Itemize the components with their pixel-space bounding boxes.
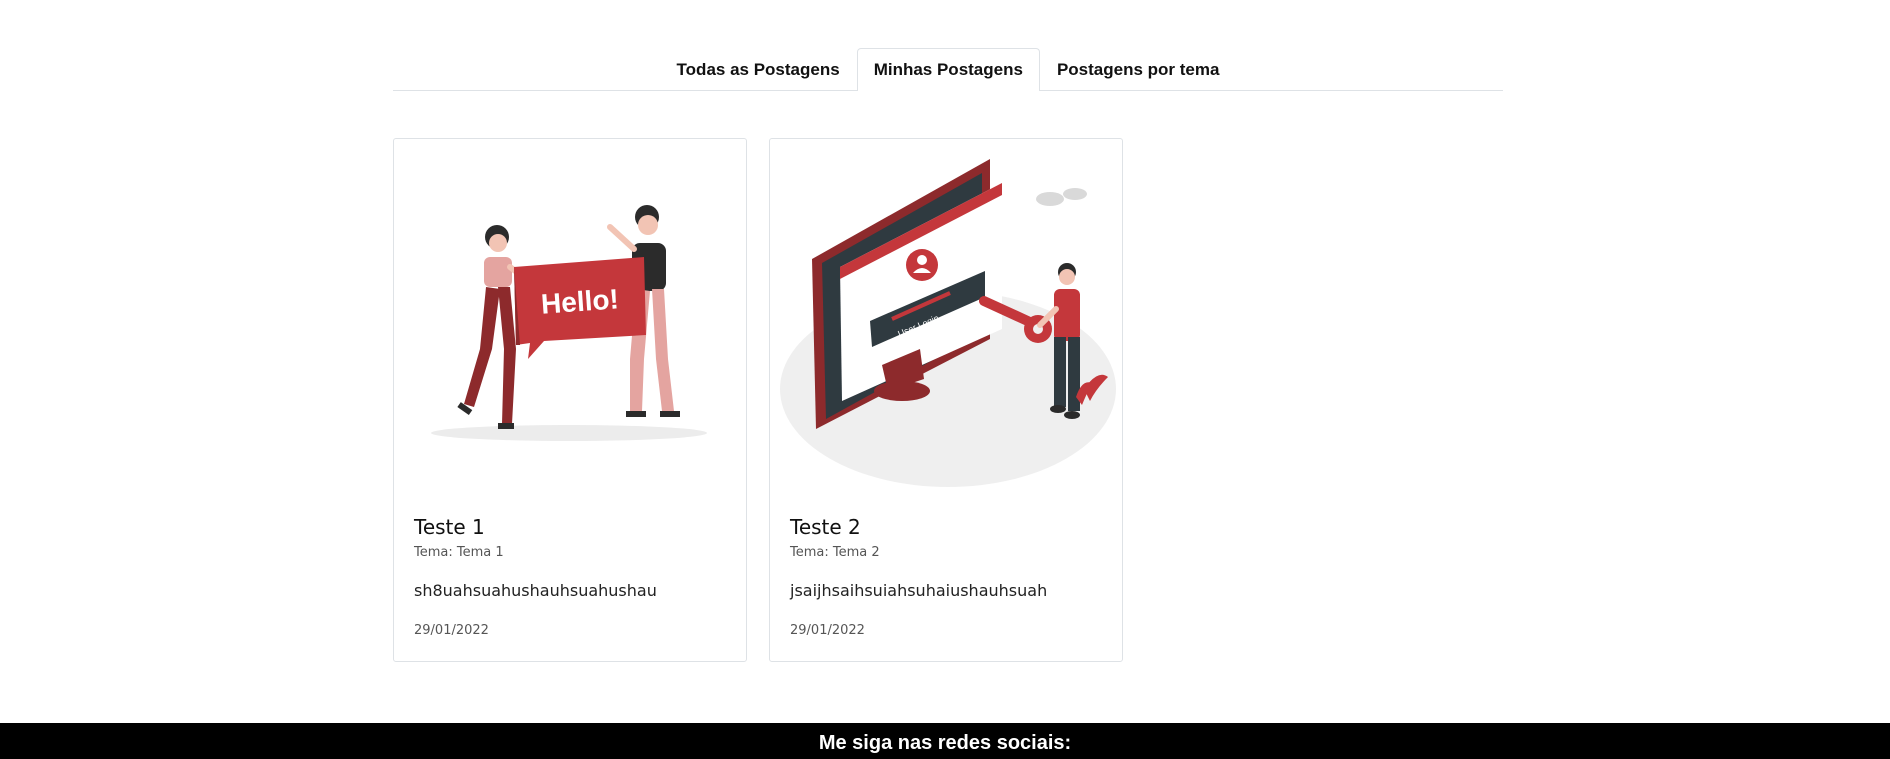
post-title: Teste 2 xyxy=(790,515,861,539)
post-date: 29/01/2022 xyxy=(414,623,489,638)
post-tabs: Todas as Postagens Minhas Postagens Post… xyxy=(393,48,1503,91)
footer: Me siga nas redes sociais: xyxy=(0,723,1890,759)
tab-my-posts[interactable]: Minhas Postagens xyxy=(856,48,1040,91)
tab-list: Todas as Postagens Minhas Postagens Post… xyxy=(393,48,1503,91)
post-card-2[interactable]: User Login Teste 2 Tema: Tema 2 jsaijhsa… xyxy=(769,138,1123,662)
hello-banner-text: Hello! xyxy=(540,283,620,319)
post-theme: Tema: Tema 1 xyxy=(414,545,504,560)
tab-all-posts[interactable]: Todas as Postagens xyxy=(660,48,857,90)
post-card-1[interactable]: Hello! Teste 1 Tema: Tema 1 sh8uahsuahus… xyxy=(393,138,747,662)
user-login-illustration: User Login xyxy=(780,159,1116,487)
hello-people-illustration: Hello! xyxy=(431,205,707,441)
footer-social-heading: Me siga nas redes sociais: xyxy=(818,732,1072,754)
tab-posts-by-theme[interactable]: Postagens por tema xyxy=(1040,48,1237,90)
post-text: sh8uahsuahushauhsuahushau xyxy=(414,581,657,600)
post-theme: Tema: Tema 2 xyxy=(790,545,880,560)
post-date: 29/01/2022 xyxy=(790,623,865,638)
post-title: Teste 1 xyxy=(414,515,485,539)
post-text: jsaijhsaihsuiahsuhaiushauhsuah xyxy=(790,581,1048,600)
